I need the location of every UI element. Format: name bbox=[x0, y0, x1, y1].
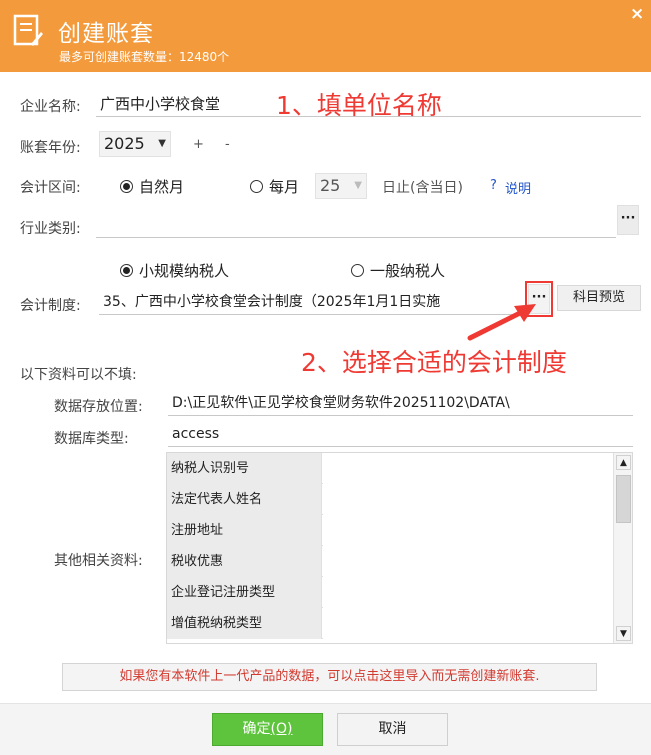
row-value-input[interactable] bbox=[323, 484, 613, 515]
help-link[interactable]: 说明 bbox=[505, 178, 531, 197]
system-label: 会计制度: bbox=[20, 298, 81, 314]
table-row: 纳税人识别号 bbox=[167, 453, 613, 484]
period-label: 会计区间: bbox=[20, 180, 81, 196]
annotation-arrow-icon bbox=[467, 304, 536, 341]
radio-selected-icon bbox=[120, 264, 133, 277]
period-natural-radio[interactable]: 自然月 bbox=[120, 176, 184, 197]
taxpayer-small-label: 小规模纳税人 bbox=[139, 262, 230, 280]
row-label: 纳税人识别号 bbox=[167, 453, 322, 484]
import-legacy-data-button[interactable]: 如果您有本软件上一代产品的数据，可以点击这里导入而无需创建新账套. bbox=[62, 663, 597, 691]
taxpayer-small-radio[interactable]: 小规模纳税人 bbox=[120, 260, 229, 281]
table-row: 税收优惠 bbox=[167, 546, 613, 577]
row-value-input[interactable] bbox=[323, 515, 613, 546]
document-edit-icon bbox=[13, 14, 43, 46]
period-day-select[interactable]: 25 ▼ bbox=[315, 173, 367, 199]
period-natural-label: 自然月 bbox=[139, 178, 185, 196]
period-day-value: 25 bbox=[320, 176, 341, 195]
row-label: 注册地址 bbox=[167, 515, 322, 546]
dbtype-label: 数据库类型: bbox=[54, 431, 129, 447]
row-value-input[interactable] bbox=[323, 546, 613, 577]
storage-path-input[interactable]: D:\正见软件\正见学校食堂财务软件20251102\DATA\ bbox=[168, 392, 633, 416]
industry-label: 行业类别: bbox=[20, 221, 81, 237]
other-info-table: 纳税人识别号 法定代表人姓名 注册地址 税收优惠 企业登记注册类型 增值税纳税类… bbox=[166, 452, 633, 644]
dialog-subtitle: 最多可创建账套数量：12480个 bbox=[59, 50, 230, 64]
close-icon[interactable]: × bbox=[630, 4, 644, 24]
taxpayer-general-label: 一般纳税人 bbox=[370, 262, 446, 280]
dialog-title: 创建账套 bbox=[58, 21, 154, 47]
dbtype-value: access bbox=[168, 423, 633, 447]
taxpayer-general-radio[interactable]: 一般纳税人 bbox=[351, 260, 445, 281]
year-label: 账套年份: bbox=[20, 140, 81, 156]
scroll-up-icon[interactable]: ▲ bbox=[616, 455, 631, 470]
period-monthly-radio[interactable]: 每月 bbox=[250, 176, 299, 197]
row-label: 企业登记注册类型 bbox=[167, 577, 322, 608]
table-row: 法定代表人姓名 bbox=[167, 484, 613, 515]
period-monthly-label: 每月 bbox=[269, 178, 300, 196]
table-row: 增值税纳税类型 bbox=[167, 608, 613, 639]
dialog-footer bbox=[0, 703, 651, 755]
row-label: 增值税纳税类型 bbox=[167, 608, 322, 639]
dropdown-arrow-icon: ▼ bbox=[158, 138, 166, 149]
optional-heading: 以下资料可以不填: bbox=[20, 367, 137, 383]
ok-button[interactable]: 确定(O) bbox=[212, 713, 323, 746]
system-input[interactable]: 35、广西中小学校食堂会计制度（2025年1月1日实施 bbox=[99, 291, 522, 315]
year-value: 2025 bbox=[104, 134, 145, 153]
subject-preview-button[interactable]: 科目预览 bbox=[557, 285, 641, 311]
row-value-input[interactable] bbox=[323, 577, 613, 608]
step1-annotation: 1、填单位名称 bbox=[276, 91, 442, 120]
ok-label: 确定 bbox=[242, 721, 271, 737]
step2-annotation: 2、选择合适的会计制度 bbox=[301, 348, 567, 377]
radio-unselected-icon bbox=[351, 264, 364, 277]
year-select[interactable]: 2025 ▼ bbox=[99, 131, 171, 157]
industry-input[interactable] bbox=[96, 214, 616, 238]
year-minus-button[interactable]: - bbox=[225, 137, 230, 152]
period-suffix: 日止(含当日) bbox=[382, 180, 463, 196]
row-value-input[interactable] bbox=[323, 608, 613, 639]
radio-unselected-icon bbox=[250, 180, 263, 193]
scroll-thumb[interactable] bbox=[616, 475, 631, 523]
industry-browse-button[interactable]: ··· bbox=[617, 205, 639, 235]
row-value-input[interactable] bbox=[323, 453, 613, 484]
other-info-label: 其他相关资料: bbox=[54, 553, 143, 569]
dropdown-arrow-icon: ▼ bbox=[354, 180, 362, 191]
year-plus-button[interactable]: + bbox=[193, 137, 204, 152]
radio-selected-icon bbox=[120, 180, 133, 193]
dialog-header: 创建账套 最多可创建账套数量：12480个 × bbox=[0, 0, 651, 72]
storage-label: 数据存放位置: bbox=[54, 399, 143, 415]
row-label: 法定代表人姓名 bbox=[167, 484, 322, 515]
scroll-down-icon[interactable]: ▼ bbox=[616, 626, 631, 641]
ok-shortcut: (O) bbox=[270, 721, 293, 737]
help-question-icon: ? bbox=[490, 178, 497, 193]
row-label: 税收优惠 bbox=[167, 546, 322, 577]
company-name-label: 企业名称: bbox=[20, 99, 81, 115]
cancel-button[interactable]: 取消 bbox=[337, 713, 448, 746]
table-row: 企业登记注册类型 bbox=[167, 577, 613, 608]
table-scrollbar[interactable]: ▲ ▼ bbox=[613, 453, 632, 643]
table-row: 注册地址 bbox=[167, 515, 613, 546]
